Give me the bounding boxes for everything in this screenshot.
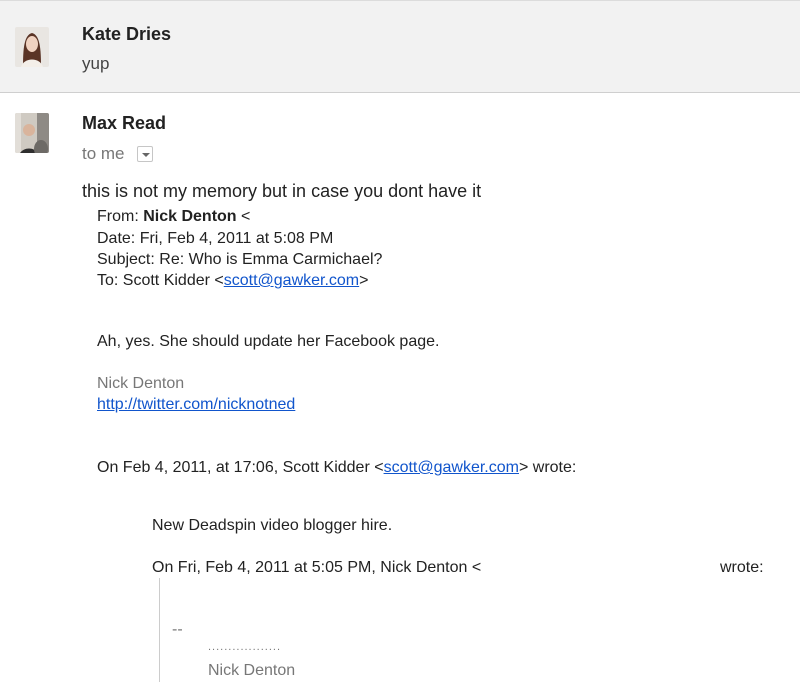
message-intro: this is not my memory but in case you do…	[82, 181, 482, 201]
signature-link[interactable]: http://twitter.com/nicknotned	[97, 396, 295, 414]
forwarded-subject: Subject: Re: Who is Emma Carmichael?	[97, 251, 383, 268]
sender-avatar	[15, 113, 49, 153]
reply-text: Ah, yes. She should update her Facebook …	[97, 333, 440, 350]
to-suffix: >	[359, 272, 369, 289]
message-snippet: yup	[82, 54, 110, 73]
signature-dots: ..................	[208, 641, 282, 653]
details-dropdown-icon[interactable]	[137, 146, 153, 162]
quote1-prefix: On Feb 4, 2011, at 17:06, Scott Kidder <	[97, 459, 384, 476]
quote-attribution: On Feb 4, 2011, at 17:06, Scott Kidder <…	[97, 459, 576, 477]
sender-avatar	[15, 27, 49, 67]
quote1-suffix: > wrote:	[518, 459, 577, 476]
sender-name: Kate Dries	[82, 24, 172, 44]
nested-signature-name: Nick Denton	[208, 662, 296, 679]
email-link[interactable]: scott@gawker.com	[384, 459, 519, 476]
signature-dashes: --	[172, 621, 183, 638]
from-tail: <	[241, 208, 251, 225]
signature-name: Nick Denton	[97, 375, 185, 392]
collapsed-message-kate-dries[interactable]: Kate Dries yup	[0, 0, 800, 93]
quoted-text: New Deadspin video blogger hire.	[152, 517, 393, 534]
from-label: From:	[97, 208, 139, 225]
from-name: Nick Denton	[143, 208, 237, 225]
nested-quote-wrote: wrote:	[720, 559, 764, 576]
forwarded-to: To: Scott Kidder <scott@gawker.com>	[97, 272, 368, 290]
forwarded-date: Date: Fri, Feb 4, 2011 at 5:08 PM	[97, 230, 334, 247]
nested-quote-attribution: On Fri, Feb 4, 2011 at 5:05 PM, Nick Den…	[152, 559, 482, 576]
to-prefix: To: Scott Kidder <	[97, 272, 224, 289]
quote-bar	[159, 578, 160, 682]
sender-name: Max Read	[82, 113, 167, 133]
email-link[interactable]: scott@gawker.com	[224, 272, 359, 289]
recipient-line: to me	[82, 144, 125, 163]
forwarded-from: From: Nick Denton <	[97, 208, 250, 226]
